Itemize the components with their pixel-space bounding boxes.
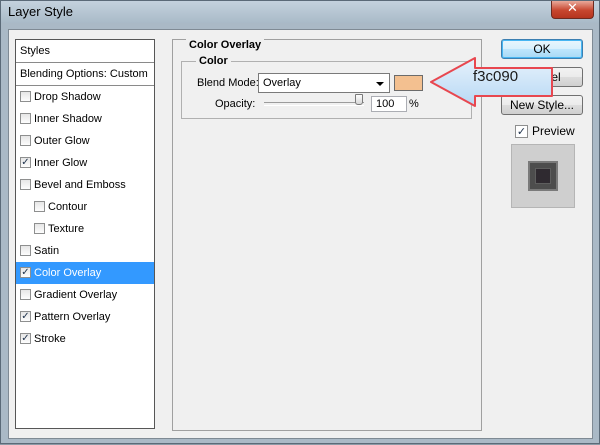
blend-mode-label: Blend Mode:	[197, 77, 259, 89]
panel-title: Color Overlay	[186, 39, 265, 51]
checkbox[interactable]: ✓	[20, 157, 31, 168]
checkbox[interactable]	[34, 223, 45, 234]
close-button[interactable]: ✕	[551, 1, 594, 19]
opacity-slider-track[interactable]	[264, 102, 364, 106]
checkbox[interactable]	[20, 91, 31, 102]
checkbox[interactable]	[20, 179, 31, 190]
opacity-label: Opacity:	[215, 98, 256, 110]
title-bar[interactable]: Layer Style ✕	[1, 1, 599, 23]
style-item-color-overlay[interactable]: ✓ Color Overlay	[16, 262, 154, 284]
preview-thumbnail	[511, 144, 575, 208]
style-item-stroke[interactable]: ✓ Stroke	[16, 328, 154, 350]
checkbox[interactable]	[34, 201, 45, 212]
opacity-input[interactable]: 100	[371, 96, 407, 112]
ok-button[interactable]: OK	[501, 39, 583, 59]
styles-list: Styles Blending Options: Custom Drop Sha…	[15, 39, 155, 429]
style-item-label: Drop Shadow	[34, 91, 101, 103]
style-item-label: Inner Glow	[34, 157, 88, 169]
callout-text: f3c090	[473, 68, 519, 85]
style-items: Drop Shadow Inner Shadow Outer Glow ✓ Inner …	[16, 86, 154, 350]
color-swatch[interactable]	[394, 75, 423, 91]
preview-outer-square	[528, 161, 558, 191]
style-item-gradient-overlay[interactable]: Gradient Overlay	[16, 284, 154, 306]
color-group-title: Color	[196, 55, 231, 67]
checkbox[interactable]	[20, 289, 31, 300]
opacity-slider-thumb[interactable]	[355, 94, 363, 105]
style-item-label: Satin	[34, 245, 60, 257]
layer-style-window: Layer Style ✕ Styles Blending Options: C…	[0, 0, 600, 444]
preview-inner-square	[535, 168, 551, 184]
checkbox[interactable]: ✓	[20, 333, 31, 344]
style-item-outer-glow[interactable]: Outer Glow	[16, 130, 154, 152]
style-item-satin[interactable]: Satin	[16, 240, 154, 262]
checkbox[interactable]	[20, 113, 31, 124]
window-title: Layer Style	[8, 4, 74, 19]
blend-mode-value: Overlay	[263, 77, 301, 89]
style-item-label: Stroke	[34, 333, 66, 345]
style-item-bevel-and-emboss[interactable]: Bevel and Emboss	[16, 174, 154, 196]
checkbox[interactable]: ✓	[20, 311, 31, 322]
style-item-inner-glow[interactable]: ✓ Inner Glow	[16, 152, 154, 174]
preview-label: Preview	[532, 124, 575, 138]
checkbox[interactable]	[20, 245, 31, 256]
style-item-label: Bevel and Emboss	[34, 179, 126, 191]
style-item-label: Outer Glow	[34, 135, 90, 147]
checkbox[interactable]: ✓	[20, 267, 31, 278]
style-item-drop-shadow[interactable]: Drop Shadow	[16, 86, 154, 108]
blend-mode-select[interactable]: Overlay	[258, 73, 390, 93]
dialog-client-area: Styles Blending Options: Custom Drop Sha…	[8, 29, 593, 439]
styles-header[interactable]: Styles	[16, 40, 154, 63]
style-item-inner-shadow[interactable]: Inner Shadow	[16, 108, 154, 130]
style-item-pattern-overlay[interactable]: ✓ Pattern Overlay	[16, 306, 154, 328]
chevron-down-icon	[376, 82, 384, 86]
style-item-label: Gradient Overlay	[34, 289, 118, 301]
new-style-button[interactable]: New Style...	[501, 95, 583, 115]
checkbox[interactable]	[20, 135, 31, 146]
opacity-value: 100	[376, 98, 395, 110]
opacity-unit: %	[409, 98, 419, 110]
style-item-label: Contour	[48, 201, 88, 213]
preview-checkbox[interactable]: ✓	[515, 125, 528, 138]
style-item-contour[interactable]: Contour	[16, 196, 154, 218]
style-item-label: Inner Shadow	[34, 113, 102, 125]
blending-options-item[interactable]: Blending Options: Custom	[16, 63, 154, 86]
style-item-label: Pattern Overlay	[34, 311, 111, 323]
style-item-texture[interactable]: Texture	[16, 218, 154, 240]
style-item-label: Texture	[48, 223, 85, 235]
style-item-label: Color Overlay	[34, 267, 102, 279]
close-icon: ✕	[567, 1, 578, 16]
